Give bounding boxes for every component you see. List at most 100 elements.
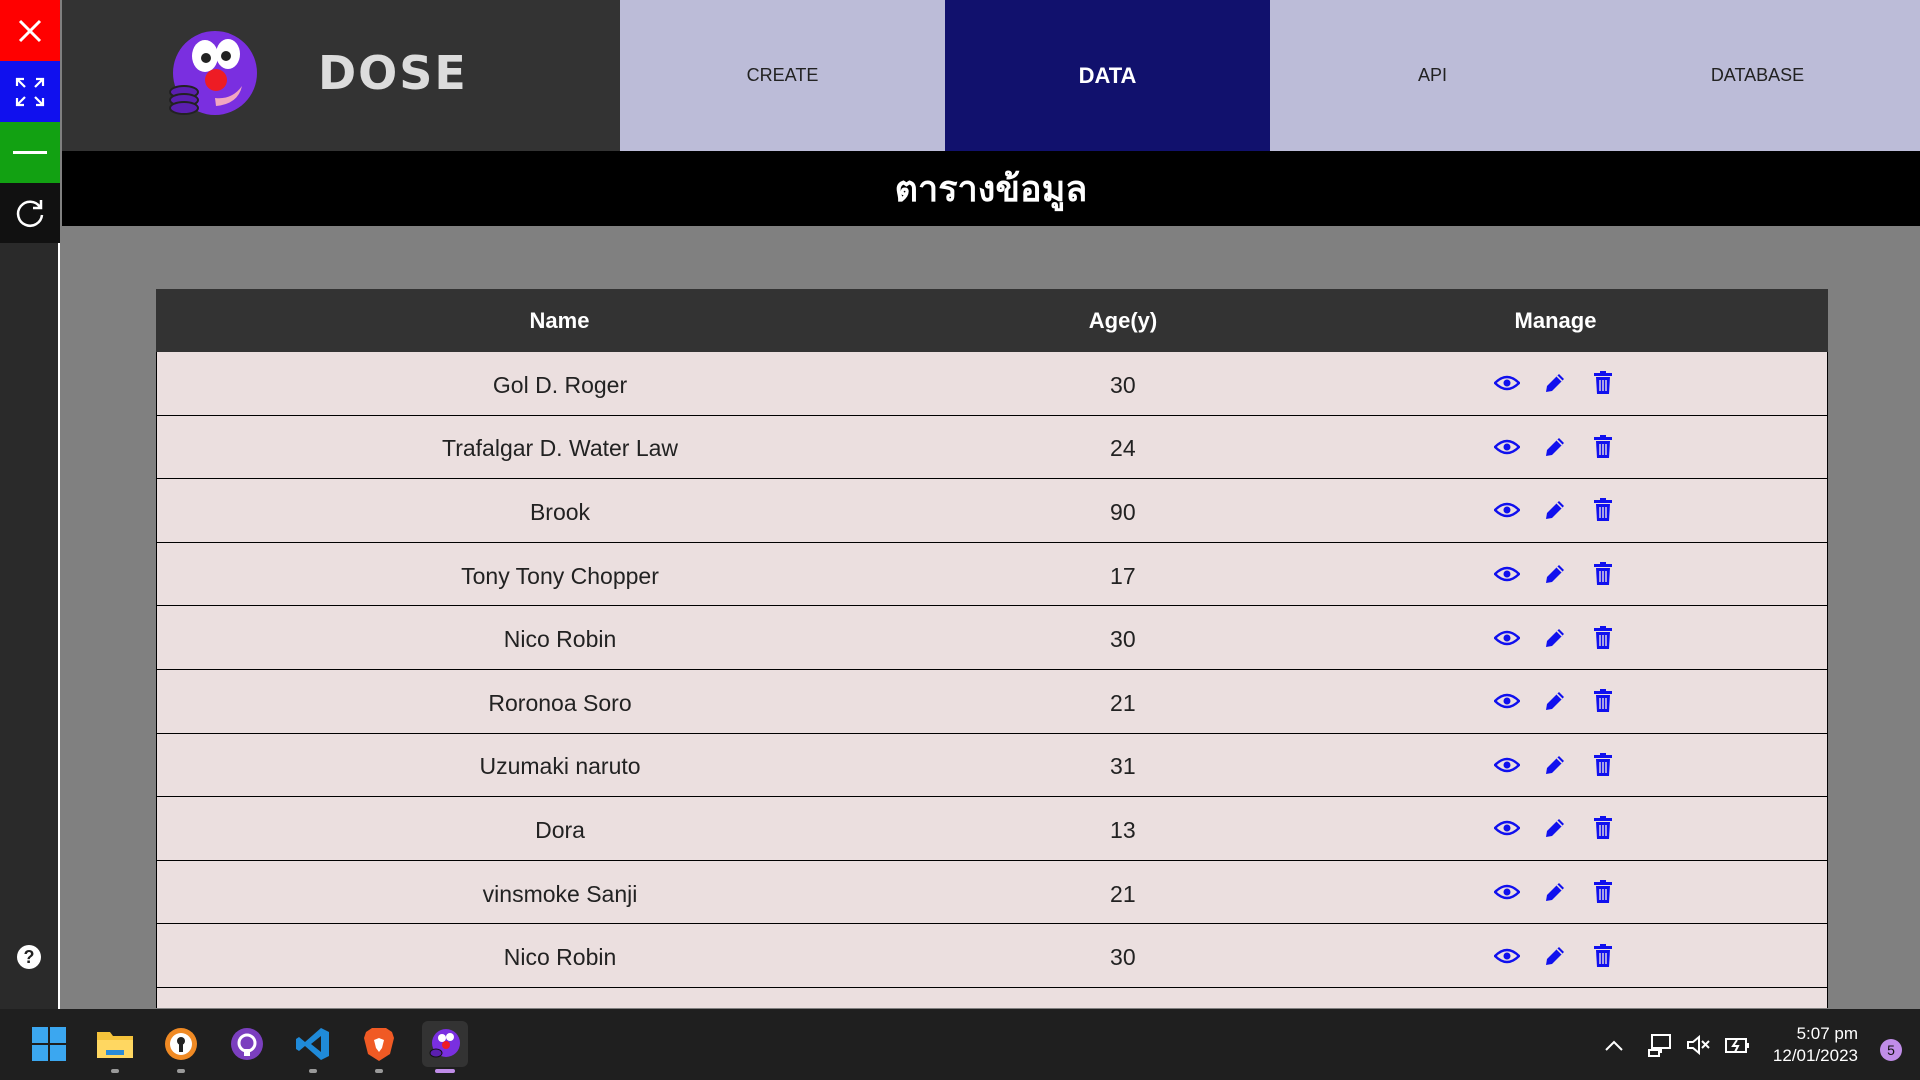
cell-manage [1283, 687, 1827, 715]
page-title-bar: ตารางข้อมูล [62, 151, 1920, 226]
windows-taskbar: 5:07 pm 12/01/2023 5 [0, 1009, 1920, 1080]
active-indicator [435, 1069, 455, 1073]
volume-muted-icon[interactable] [1686, 1034, 1712, 1056]
tab-api[interactable]: API [1270, 0, 1595, 151]
taskbar-brave[interactable] [356, 1021, 402, 1073]
table-row-partial [156, 987, 1828, 1008]
trash-icon[interactable] [1589, 942, 1617, 970]
trash-icon[interactable] [1589, 814, 1617, 842]
reload-button[interactable] [0, 183, 60, 243]
running-indicator [111, 1069, 119, 1073]
cell-age: 30 [1110, 371, 1136, 398]
table-row: Trafalgar D. Water Law 24 [156, 415, 1828, 480]
taskbar-dose-app[interactable] [422, 1021, 468, 1073]
cell-age: 24 [1110, 435, 1136, 462]
table-header: Name Age(y) Manage [156, 289, 1828, 352]
column-header-age: Age(y) [1088, 307, 1158, 333]
pencil-icon[interactable] [1541, 814, 1569, 842]
system-clock[interactable]: 5:07 pm 12/01/2023 [1773, 1023, 1858, 1067]
cell-age: 21 [1110, 689, 1136, 716]
table-body: Gol D. Roger 30 Trafalgar D. Water Law 24 Br… [156, 352, 1828, 988]
eye-icon[interactable] [1493, 560, 1521, 588]
trash-icon[interactable] [1589, 560, 1617, 588]
cell-age: 13 [1110, 816, 1136, 843]
trash-icon[interactable] [1589, 751, 1617, 779]
data-table: Name Age(y) Manage Gol D. Roger 30 Trafalg… [156, 289, 1828, 1008]
pencil-icon[interactable] [1541, 369, 1569, 397]
cell-age: 17 [1110, 562, 1136, 589]
tab-data[interactable]: DATA [945, 0, 1270, 151]
eye-icon[interactable] [1493, 433, 1521, 461]
table-row: Dora 13 [156, 797, 1828, 861]
eye-icon[interactable] [1493, 814, 1521, 842]
table-row: vinsmoke Sanji 21 [156, 860, 1828, 925]
cell-manage [1283, 624, 1827, 652]
tab-create[interactable]: CREATE [620, 0, 945, 151]
chevron-up-icon[interactable] [1604, 1038, 1624, 1052]
expand-button[interactable] [0, 61, 60, 122]
eye-icon[interactable] [1493, 496, 1521, 524]
pencil-icon[interactable] [1541, 433, 1569, 461]
cell-name: Uzumaki naruto [479, 753, 641, 780]
pencil-icon[interactable] [1541, 560, 1569, 588]
cell-manage [1283, 751, 1827, 779]
taskbar-keyhole-app[interactable] [158, 1021, 204, 1073]
dose-app-icon [429, 1029, 460, 1058]
trash-icon[interactable] [1589, 878, 1617, 906]
file-explorer-icon [97, 1032, 133, 1058]
eye-icon[interactable] [1493, 751, 1521, 779]
minimize-button[interactable] [0, 122, 60, 183]
clock-time: 5:07 pm [1796, 1024, 1858, 1043]
battery-charging-icon[interactable] [1724, 1034, 1752, 1056]
running-indicator [375, 1069, 383, 1073]
vscode-icon [296, 1028, 329, 1060]
cell-age: 30 [1110, 944, 1136, 971]
trash-icon[interactable] [1589, 369, 1617, 397]
pencil-icon[interactable] [1541, 624, 1569, 652]
cell-age: 30 [1110, 626, 1136, 653]
reload-icon [16, 200, 44, 227]
notification-badge[interactable]: 5 [1880, 1039, 1902, 1061]
pencil-icon[interactable] [1541, 751, 1569, 779]
eye-icon[interactable] [1493, 369, 1521, 397]
pencil-icon[interactable] [1541, 687, 1569, 715]
eye-icon[interactable] [1493, 878, 1521, 906]
cell-name: Nico Robin [503, 944, 617, 971]
eye-icon[interactable] [1493, 624, 1521, 652]
help-button[interactable]: ? [17, 945, 41, 969]
trash-icon[interactable] [1589, 496, 1617, 524]
trash-icon[interactable] [1589, 433, 1617, 461]
window-control-strip: ? [0, 0, 60, 1009]
pencil-icon[interactable] [1541, 496, 1569, 524]
eye-icon[interactable] [1493, 687, 1521, 715]
pencil-icon[interactable] [1541, 878, 1569, 906]
eye-icon[interactable] [1493, 942, 1521, 970]
cell-manage [1283, 878, 1827, 906]
system-tray [1604, 1009, 1752, 1080]
trash-icon[interactable] [1589, 624, 1617, 652]
page-title: ตารางข้อมูล [894, 169, 1088, 210]
cell-age: 31 [1110, 753, 1136, 780]
main-nav: CREATE DATA API DATABASE [620, 0, 1920, 151]
pencil-icon[interactable] [1541, 942, 1569, 970]
dose-logo [160, 28, 264, 122]
start-button[interactable] [26, 1021, 72, 1067]
close-button[interactable] [0, 0, 60, 61]
table-row: Nico Robin 30 [156, 924, 1828, 988]
brand-name: DOSE [318, 46, 468, 100]
network-icon[interactable] [1648, 1033, 1674, 1057]
cell-name: Roronoa Soro [488, 689, 632, 716]
tab-database[interactable]: DATABASE [1595, 0, 1920, 151]
table-row: Tony Tony Chopper 17 [156, 542, 1828, 607]
brave-icon [364, 1028, 394, 1061]
table-row: Nico Robin 30 [156, 606, 1828, 670]
cell-name: Brook [529, 498, 591, 525]
running-indicator [177, 1069, 185, 1073]
trash-icon[interactable] [1589, 687, 1617, 715]
app-header: DOSE CREATE DATA API DATABASE [62, 0, 1920, 151]
cell-age: 21 [1110, 880, 1136, 907]
taskbar-vscode[interactable] [290, 1021, 336, 1073]
cell-manage [1283, 433, 1827, 461]
taskbar-github[interactable] [224, 1021, 270, 1067]
taskbar-file-explorer[interactable] [92, 1021, 138, 1073]
